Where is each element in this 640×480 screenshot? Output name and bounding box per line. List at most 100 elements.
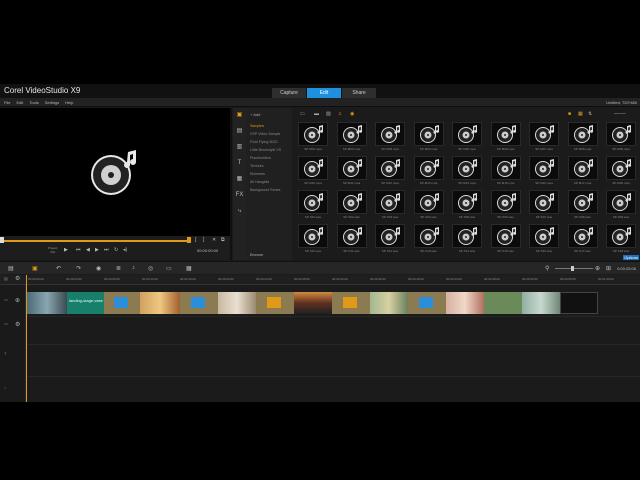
- library-thumbnail[interactable]: SP-S13.wav: [413, 224, 444, 254]
- library-thumbnail[interactable]: SP-S12.wav: [375, 224, 405, 254]
- zoom-out-icon[interactable]: ⚲: [545, 265, 549, 272]
- library-thumbnail[interactable]: SP-M12.mpa: [375, 156, 405, 186]
- mark-in-icon[interactable]: [: [195, 237, 196, 243]
- zoom-slider-knob[interactable]: [571, 266, 574, 271]
- library-thumbnail[interactable]: SP-S03.wav: [375, 190, 405, 220]
- transition-clip[interactable]: [419, 297, 433, 308]
- redo-icon[interactable]: ↷: [76, 265, 81, 272]
- show-photos-icon[interactable]: ▨: [326, 111, 331, 117]
- video-clip[interactable]: [218, 292, 256, 314]
- storyboard-view-icon[interactable]: ▤: [8, 265, 14, 272]
- timeline-ruler[interactable]: 00:00:00:00 00:00:04:00 00:00:08:00 00:0…: [0, 275, 640, 285]
- menu-tools[interactable]: Tools: [29, 100, 38, 105]
- import-media-icon[interactable]: ▭: [300, 111, 305, 117]
- video-clip[interactable]: [140, 292, 180, 314]
- video-clip[interactable]: [294, 292, 332, 314]
- preview-scrubber[interactable]: Project Clip ▶ ⏮ ◀ ▶ ⏭ ↻ ◂) [ ] ✕ ⧉ 00:0…: [0, 236, 230, 260]
- video-track-icon[interactable]: ⊕: [15, 297, 20, 304]
- video-clip[interactable]: [560, 292, 598, 314]
- library-thumbnail[interactable]: SP-M03.mpa: [375, 122, 405, 152]
- graphics-icon[interactable]: ▦: [235, 176, 244, 183]
- library-thumbnail[interactable]: SP-S11.wav: [336, 224, 367, 254]
- library-thumbnail[interactable]: SP-M11.mpa: [336, 156, 367, 186]
- menu-settings[interactable]: Settings: [45, 100, 59, 105]
- folder-item[interactable]: Background Series: [250, 188, 280, 192]
- previous-frame-icon[interactable]: ◀: [86, 247, 90, 253]
- library-thumbnail[interactable]: SP-S09.wav: [606, 190, 636, 220]
- folder-item[interactable]: All Hangelia: [250, 180, 269, 184]
- options-button[interactable]: Options: [623, 255, 639, 260]
- library-thumbnail[interactable]: SP-S05.wav: [452, 190, 482, 220]
- library-thumbnail[interactable]: SP-M15.mpa: [490, 156, 521, 186]
- tab-share[interactable]: Share: [342, 88, 376, 98]
- library-thumbnail[interactable]: SP-M07.mpa: [529, 122, 559, 152]
- title-track[interactable]: [27, 344, 640, 364]
- play-icon[interactable]: ▶: [64, 247, 68, 253]
- library-thumbnail[interactable]: SP-S02.wav: [336, 190, 367, 220]
- next-frame-icon[interactable]: ▶: [95, 247, 99, 253]
- scrub-track[interactable]: [2, 240, 190, 242]
- fit-project-icon[interactable]: ⊕: [595, 265, 600, 272]
- filter-icon[interactable]: FX: [235, 192, 244, 199]
- overlay-track[interactable]: [27, 316, 640, 336]
- folder-item[interactable]: Placeholders: [250, 156, 271, 160]
- library-thumbnail[interactable]: SP-S16.wav: [529, 224, 559, 254]
- overlay-track-icon[interactable]: ⚙: [15, 321, 20, 328]
- zoom-in-icon[interactable]: ⊞: [606, 265, 611, 272]
- list-view-icon[interactable]: ■: [568, 111, 571, 117]
- thumbnail-size-slider[interactable]: —◦—: [614, 111, 626, 117]
- library-thumbnail[interactable]: SP-M17.mpa: [567, 156, 598, 186]
- library-thumbnail[interactable]: SP-M01.mpa: [298, 122, 328, 152]
- enlarge-preview-icon[interactable]: ⧉: [221, 237, 225, 243]
- video-clip[interactable]: [484, 292, 522, 314]
- video-track-toggle[interactable]: ▭: [4, 297, 8, 302]
- smart-search-icon[interactable]: ◉: [350, 111, 354, 117]
- folder-item[interactable]: Textures: [250, 164, 264, 168]
- video-clip[interactable]: [522, 292, 560, 314]
- library-thumbnail[interactable]: SP-M13.mpa: [413, 156, 444, 186]
- path-icon[interactable]: ⤷: [235, 208, 244, 215]
- timecode-display[interactable]: 00:00:00:00: [197, 248, 218, 253]
- track-manager-icon[interactable]: ▤: [4, 276, 8, 281]
- timeline-view-icon[interactable]: ▣: [32, 265, 38, 272]
- music-track[interactable]: [27, 376, 640, 396]
- tab-capture[interactable]: Capture: [272, 88, 306, 98]
- library-thumbnail[interactable]: SP-S18.wav: [606, 224, 636, 254]
- transition-clip[interactable]: [114, 297, 128, 308]
- library-thumbnail[interactable]: SP-S17.wav: [567, 224, 598, 254]
- library-thumbnail[interactable]: SP-M18.mpa: [606, 156, 636, 186]
- library-thumbnail[interactable]: SP-M05.mpa: [452, 122, 482, 152]
- library-thumbnail[interactable]: SP-M14.mpa: [452, 156, 482, 186]
- transition-clip[interactable]: [267, 297, 281, 308]
- preview-window[interactable]: Project Clip ▶ ⏮ ◀ ▶ ⏭ ↻ ◂) [ ] ✕ ⧉ 00:0…: [0, 108, 232, 260]
- show-audio-icon[interactable]: ♫: [338, 111, 342, 117]
- undo-icon[interactable]: ↶: [56, 265, 61, 272]
- library-thumbnail[interactable]: SP-M16.mpa: [529, 156, 559, 186]
- transition-clip[interactable]: [343, 297, 357, 308]
- menu-edit[interactable]: Edit: [16, 100, 23, 105]
- menu-file[interactable]: File: [4, 100, 10, 105]
- browse-button[interactable]: Browse: [250, 252, 263, 257]
- mark-out-icon[interactable]: ]: [203, 237, 204, 243]
- playhead[interactable]: [26, 275, 27, 402]
- folder-item[interactable]: Fluid Flying MOD: [250, 140, 278, 144]
- auto-music-icon[interactable]: ♪: [132, 265, 135, 271]
- repeat-icon[interactable]: ↻: [114, 247, 118, 253]
- sound-mixer-icon[interactable]: ≣: [116, 265, 121, 272]
- zoom-slider[interactable]: [555, 266, 593, 271]
- menu-help[interactable]: Help: [65, 100, 73, 105]
- library-thumbnail[interactable]: SP-S08.wav: [567, 190, 598, 220]
- title-icon[interactable]: T: [235, 160, 244, 167]
- play-mode-label[interactable]: Project Clip: [48, 246, 57, 254]
- library-thumbnail[interactable]: SP-S04.wav: [413, 190, 444, 220]
- library-thumbnail[interactable]: SP-M08.mpa: [567, 122, 598, 152]
- thumbnail-view-icon[interactable]: ▦: [578, 111, 583, 117]
- add-folder-button[interactable]: + Add: [250, 112, 260, 117]
- library-thumbnail[interactable]: SP-S06.wav: [490, 190, 521, 220]
- library-thumbnail[interactable]: SP-M10.mpa: [298, 156, 328, 186]
- folder-item[interactable]: Elements: [250, 172, 265, 176]
- library-thumbnail[interactable]: SP-S10.wav: [298, 224, 328, 254]
- split-clip-icon[interactable]: ✕: [212, 237, 216, 243]
- motion-tracking-icon[interactable]: ◎: [148, 265, 153, 272]
- show-videos-icon[interactable]: ▬: [314, 111, 319, 117]
